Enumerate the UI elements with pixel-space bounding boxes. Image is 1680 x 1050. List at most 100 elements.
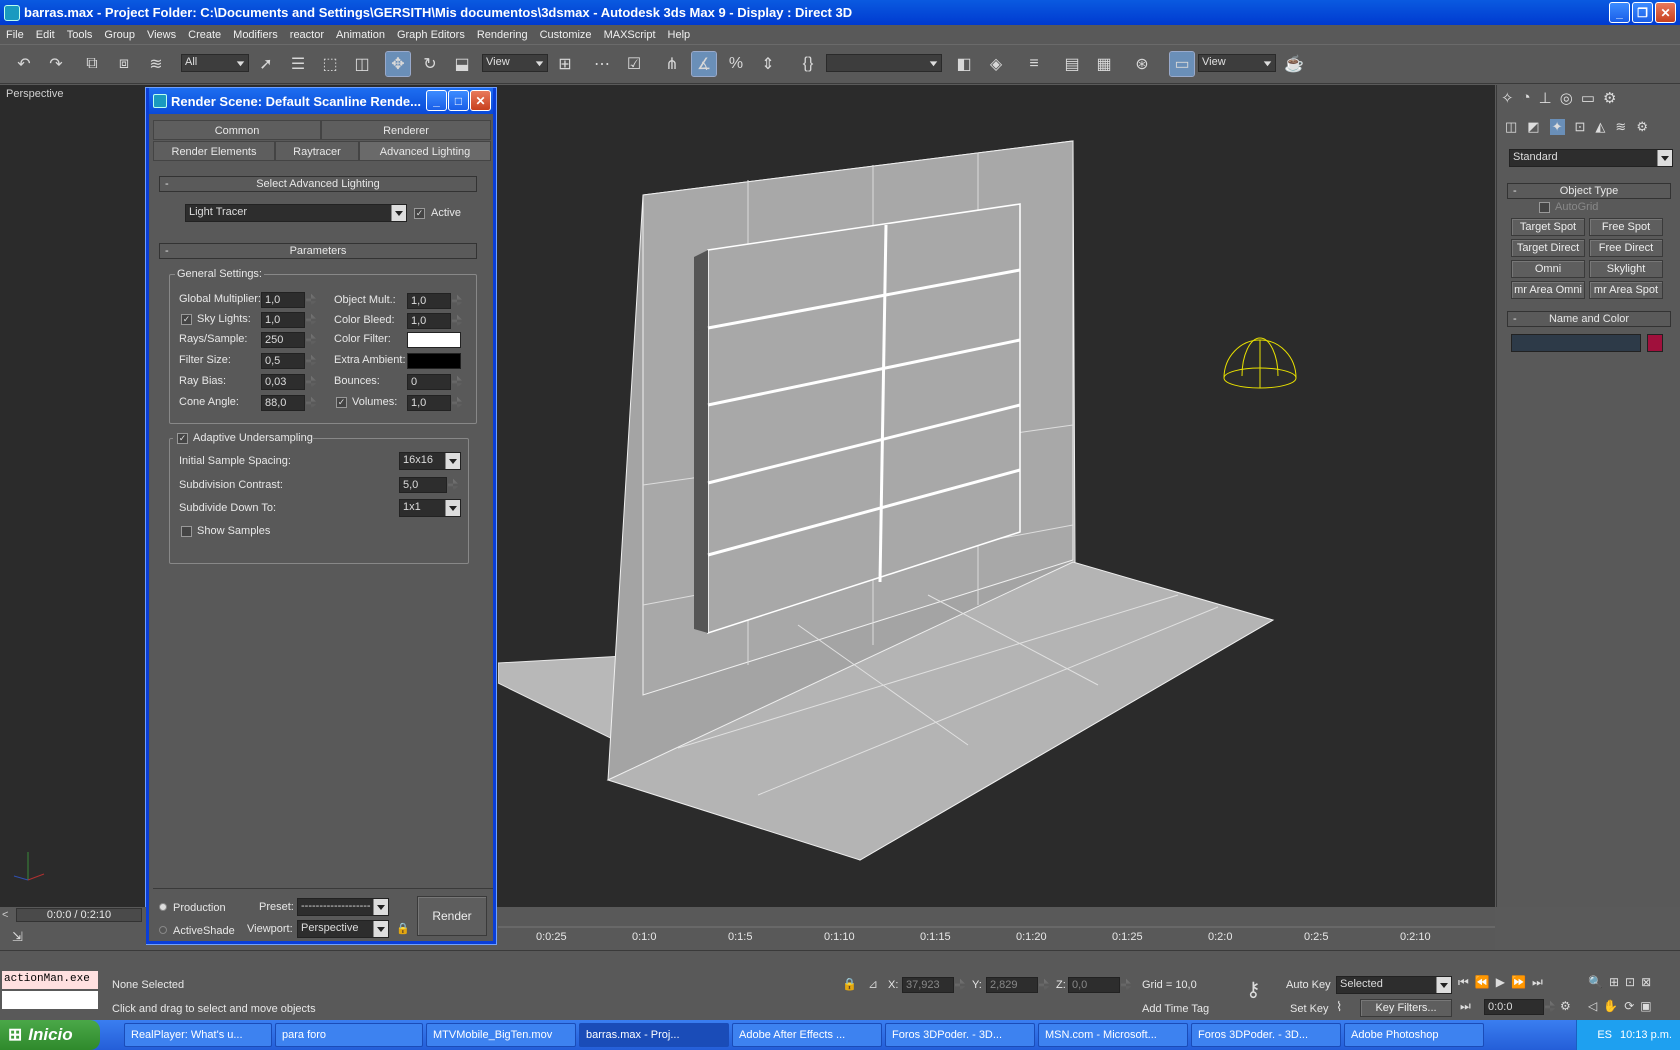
select-object-icon[interactable]: ➚: [254, 52, 278, 76]
select-move-icon[interactable]: ✥: [385, 51, 411, 77]
geometry-icon[interactable]: ◫: [1505, 119, 1517, 135]
menu-customize[interactable]: Customize: [534, 29, 598, 41]
display-panel-icon[interactable]: ▭: [1581, 89, 1595, 107]
select-scale-icon[interactable]: ⬓: [450, 52, 474, 76]
target-spot-button[interactable]: Target Spot: [1511, 218, 1585, 236]
next-frame-icon[interactable]: ⏩: [1511, 975, 1526, 990]
transform-mode-icon[interactable]: ⊿: [868, 977, 878, 991]
auto-key-button[interactable]: Auto Key: [1286, 979, 1331, 991]
dialog-minimize-button[interactable]: _: [426, 90, 447, 111]
tab-render-elements[interactable]: Render Elements: [153, 141, 275, 161]
zoom-extents-all-icon[interactable]: ⊠: [1641, 975, 1651, 989]
key-filters-button[interactable]: Key Filters...: [1360, 999, 1452, 1017]
skylight-button[interactable]: Skylight: [1589, 260, 1663, 278]
omni-button[interactable]: Omni: [1511, 260, 1585, 278]
material-editor-icon[interactable]: ⊛: [1130, 52, 1154, 76]
curve-editor-icon[interactable]: ▤: [1060, 52, 1084, 76]
angle-snap-icon[interactable]: ∡: [691, 51, 717, 77]
menu-reactor[interactable]: reactor: [284, 29, 330, 41]
current-frame-spinner[interactable]: 0:0:0: [1484, 999, 1544, 1015]
viewport-label[interactable]: Perspective: [6, 88, 63, 100]
time-slider[interactable]: 0:0:0 / 0:2:10: [16, 908, 142, 922]
ray-bias-spinner[interactable]: 0,03: [261, 374, 305, 390]
render-scene-icon[interactable]: ▭: [1169, 51, 1195, 77]
object-name-input[interactable]: [1511, 334, 1641, 352]
tab-renderer[interactable]: Renderer: [321, 120, 491, 140]
global-multiplier-spinner[interactable]: 1,0: [261, 292, 305, 308]
key-mode-toggle-icon[interactable]: ⏭: [1460, 999, 1471, 1014]
start-button[interactable]: ⊞ Inicio: [0, 1020, 100, 1050]
volumes-spinner[interactable]: 1,0: [407, 395, 451, 411]
select-manipulate-icon[interactable]: ⋯: [590, 52, 614, 76]
helpers-icon[interactable]: ◭: [1595, 119, 1605, 135]
redo-icon[interactable]: ↷: [44, 52, 68, 76]
y-coord[interactable]: 2,829: [986, 977, 1038, 993]
quick-render-icon[interactable]: ☕: [1282, 52, 1306, 76]
lighting-plugin-dropdown[interactable]: Light Tracer: [185, 204, 407, 222]
render-button[interactable]: Render: [417, 896, 487, 936]
tab-advanced-lighting[interactable]: Advanced Lighting: [359, 141, 491, 161]
select-by-name-icon[interactable]: ☰: [286, 52, 310, 76]
cone-angle-spinner[interactable]: 88,0: [261, 395, 305, 411]
close-button[interactable]: ✕: [1655, 2, 1676, 23]
language-indicator[interactable]: ES: [1597, 1029, 1612, 1041]
pan-icon[interactable]: ✋: [1603, 999, 1618, 1013]
menu-create[interactable]: Create: [182, 29, 227, 41]
mr-area-omni-button[interactable]: mr Area Omni: [1511, 281, 1585, 299]
keyboard-shortcut-icon[interactable]: ☑: [622, 52, 646, 76]
menu-maxscript[interactable]: MAXScript: [598, 29, 662, 41]
menu-modifiers[interactable]: Modifiers: [227, 29, 284, 41]
taskbar-msn[interactable]: MSN.com - Microsoft...: [1038, 1023, 1188, 1047]
taskbar-photoshop[interactable]: Adobe Photoshop: [1344, 1023, 1484, 1047]
rays-sample-spinner[interactable]: 250: [261, 332, 305, 348]
spinner-snap-icon[interactable]: ⇕: [756, 52, 780, 76]
selection-lock-icon[interactable]: 🔒: [842, 977, 857, 991]
zoom-icon[interactable]: 🔍: [1588, 975, 1603, 989]
minimize-button[interactable]: _: [1609, 2, 1630, 23]
layer-manager-icon[interactable]: ≡: [1022, 52, 1046, 76]
cameras-icon[interactable]: ⊡: [1575, 119, 1586, 135]
color-filter-swatch[interactable]: [407, 332, 461, 348]
percent-snap-icon[interactable]: %: [724, 52, 748, 76]
menu-group[interactable]: Group: [98, 29, 141, 41]
window-crossing-icon[interactable]: ◫: [350, 52, 374, 76]
pivot-center-icon[interactable]: ⊞: [553, 52, 577, 76]
menu-animation[interactable]: Animation: [330, 29, 391, 41]
sky-lights-spinner[interactable]: 1,0: [261, 312, 305, 328]
menu-views[interactable]: Views: [141, 29, 182, 41]
dialog-close-button[interactable]: ✕: [470, 90, 491, 111]
set-key-button[interactable]: Set Key: [1290, 1003, 1329, 1015]
taskbar-foros-3dpoder-1[interactable]: Foros 3DPoder. - 3D...: [885, 1023, 1035, 1047]
play-icon[interactable]: ▶: [1496, 975, 1505, 990]
curve-editor-mini-icon[interactable]: ⇲: [12, 929, 23, 945]
free-direct-button[interactable]: Free Direct: [1589, 239, 1663, 257]
previous-frame-icon[interactable]: ⏪: [1475, 975, 1490, 990]
extra-ambient-swatch[interactable]: [407, 353, 461, 369]
field-of-view-icon[interactable]: ◁: [1588, 999, 1597, 1013]
taskbar-realplayer[interactable]: RealPlayer: What's u...: [124, 1023, 272, 1047]
category-dropdown[interactable]: Standard: [1509, 149, 1673, 167]
free-spot-button[interactable]: Free Spot: [1589, 218, 1663, 236]
go-to-start-icon[interactable]: ⏮: [1458, 975, 1469, 990]
object-color-swatch[interactable]: [1647, 334, 1663, 352]
default-tangent-icon[interactable]: ⌇: [1336, 999, 1342, 1015]
link-icon[interactable]: ⧉: [80, 52, 104, 76]
subdiv-contrast-spinner[interactable]: 5,0: [399, 477, 447, 493]
autogrid-checkbox[interactable]: [1539, 202, 1550, 213]
key-mode-icon[interactable]: ⚷: [1246, 977, 1261, 1002]
hierarchy-panel-icon[interactable]: ⊥: [1539, 89, 1552, 107]
snap-toggle-icon[interactable]: ⋔: [660, 52, 684, 76]
lock-icon[interactable]: 🔒: [396, 922, 410, 936]
ref-coord-dropdown[interactable]: View: [482, 54, 548, 72]
tab-common[interactable]: Common: [153, 120, 321, 140]
mirror-icon[interactable]: ◧: [952, 52, 976, 76]
target-direct-button[interactable]: Target Direct: [1511, 239, 1585, 257]
parameters-rollout[interactable]: - Parameters: [159, 243, 477, 259]
taskbar-para-foro[interactable]: para foro: [275, 1023, 423, 1047]
taskbar-foros-3dpoder-2[interactable]: Foros 3DPoder. - 3D...: [1191, 1023, 1341, 1047]
bounces-spinner[interactable]: 0: [407, 374, 451, 390]
zoom-all-icon[interactable]: ⊞: [1609, 975, 1619, 989]
render-type-dropdown[interactable]: View: [1198, 54, 1276, 72]
maxscript-listener[interactable]: actionMan.exe: [2, 971, 98, 989]
menu-rendering[interactable]: Rendering: [471, 29, 534, 41]
